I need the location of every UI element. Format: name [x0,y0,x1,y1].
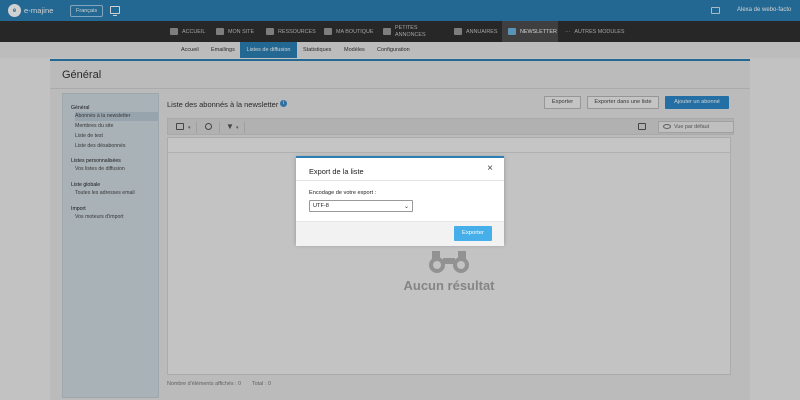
export-modal: Export de la liste × Encodage de votre e… [296,156,504,246]
close-icon[interactable]: × [485,164,495,174]
modal-title: Export de la liste [309,167,364,176]
export-submit-button[interactable]: Exporter [454,226,492,241]
modal-footer: Exporter [296,221,504,246]
encoding-label: Encodage de votre export : [309,190,377,196]
encoding-value: UTF-8 [313,203,329,209]
divider [296,180,504,181]
chevron-down-icon: ⌄ [403,204,409,210]
encoding-select[interactable]: UTF-8 ⌄ [309,200,413,212]
